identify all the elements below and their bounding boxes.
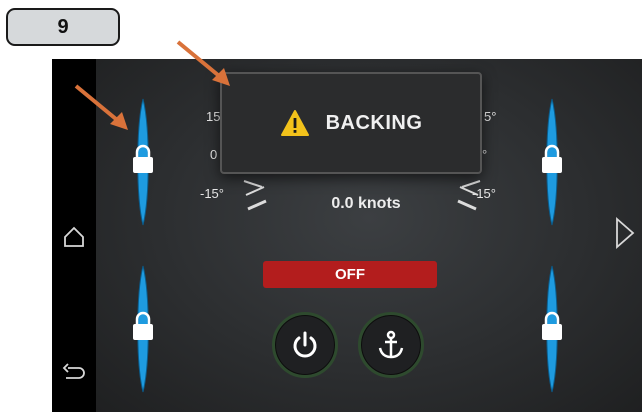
left-scale-mid-label: 0 — [210, 147, 218, 162]
anchor-icon — [378, 330, 404, 359]
power-button[interactable] — [272, 312, 338, 378]
left-scale-bottom-label: -15° — [200, 186, 224, 201]
anchor-button[interactable] — [358, 312, 424, 378]
callout-arrow-left — [74, 84, 128, 130]
control-screen: 15° 0 -15° 5° ° -15° 0.0 knots BACKING O… — [96, 59, 642, 412]
chevron-right-icon[interactable] — [614, 217, 636, 249]
back-icon[interactable] — [56, 355, 92, 391]
warning-triangle-icon — [280, 110, 309, 136]
right-scale-top-label: 5° — [484, 109, 497, 124]
trim-tab-front-right[interactable] — [537, 97, 567, 227]
status-off-bar[interactable]: OFF — [263, 261, 437, 288]
callout-arrow-popup — [176, 40, 230, 86]
popup-message: BACKING — [325, 111, 423, 134]
home-icon[interactable] — [56, 219, 92, 255]
power-icon — [293, 331, 317, 358]
step-number-badge: 9 — [6, 8, 120, 46]
backing-warning-popup: BACKING — [220, 72, 482, 174]
speed-readout: 0.0 knots — [331, 195, 401, 212]
trim-tab-rear-right[interactable] — [537, 264, 567, 394]
trim-tab-rear-left[interactable] — [128, 264, 158, 394]
